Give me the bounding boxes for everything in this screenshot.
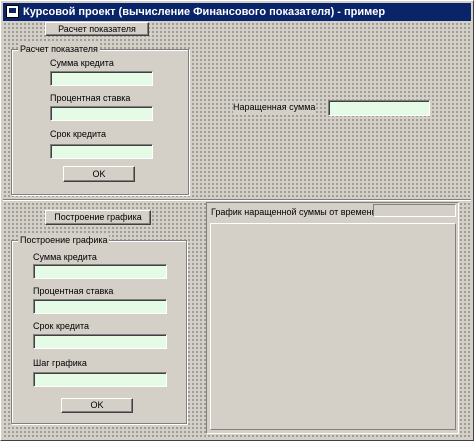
chart-title: График наращенной суммы от времени (211, 206, 377, 218)
plot-loan-amount-input[interactable] (33, 264, 167, 279)
chart-status-indicator (373, 204, 456, 217)
plot-button[interactable]: Построение графика (45, 210, 151, 225)
plot-groupbox-title: Построение графика (18, 234, 110, 246)
interest-rate-label: Процентная ставка (50, 92, 131, 104)
accrued-sum-label: Наращенная сумма (233, 101, 316, 113)
loan-term-label: Срок кредита (50, 128, 107, 140)
calc-ok-button[interactable]: OK (63, 166, 135, 182)
loan-amount-label: Сумма кредита (50, 57, 114, 69)
plot-loan-amount-label: Сумма кредита (33, 251, 97, 263)
main-window: Курсовой проект (вычисление Финансового … (0, 0, 474, 441)
loan-amount-input[interactable] (50, 71, 153, 86)
plot-step-label: Шаг графика (33, 357, 87, 369)
calc-button[interactable]: Расчет показателя (45, 22, 149, 36)
interest-rate-input[interactable] (50, 106, 153, 121)
plot-interest-rate-label: Процентная ставка (33, 285, 114, 297)
chart-plot-area (210, 223, 456, 430)
plot-step-input[interactable] (33, 372, 167, 387)
window-title: Курсовой проект (вычисление Финансового … (23, 6, 386, 18)
accrued-sum-output[interactable] (328, 100, 430, 116)
plot-loan-term-input[interactable] (33, 334, 167, 349)
calc-groupbox-title: Расчет показателя (18, 43, 100, 55)
app-icon[interactable] (6, 5, 19, 18)
section-divider (3, 199, 471, 201)
title-bar[interactable]: Курсовой проект (вычисление Финансового … (3, 3, 471, 21)
plot-interest-rate-input[interactable] (33, 299, 167, 314)
form-client-area: Расчет показателя Расчет показателя Сумм… (3, 22, 471, 438)
plot-loan-term-label: Срок кредита (33, 320, 90, 332)
loan-term-input[interactable] (50, 144, 153, 159)
plot-ok-button[interactable]: OK (61, 398, 133, 413)
